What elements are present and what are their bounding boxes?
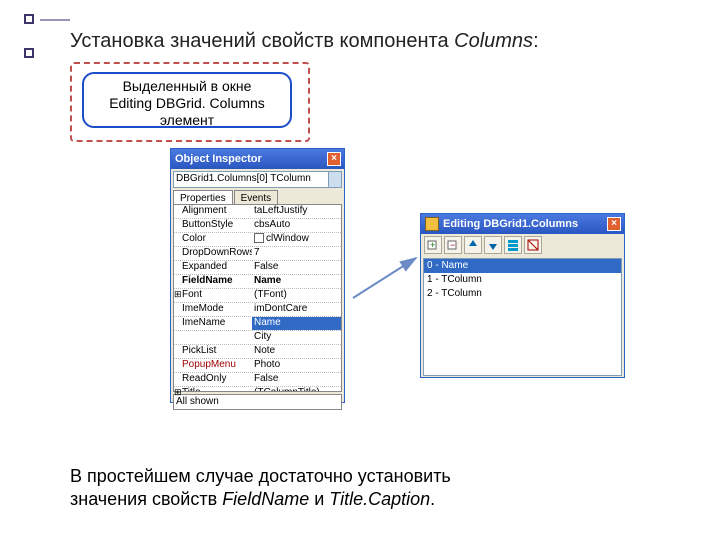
checkbox-icon[interactable] [254,233,264,243]
object-inspector-window: Object Inspector × DBGrid1.Columns[0] TC… [170,148,345,403]
prop-row: ExpandedFalse [174,261,341,275]
property-grid[interactable]: AlignmenttaLeftJustify ButtonStylecbsAut… [173,204,342,392]
all-fields-button[interactable] [504,236,522,254]
prop-row: DropDownRows7 [174,247,341,261]
inspector-status: All shown [173,394,342,410]
movedown-button[interactable] [484,236,502,254]
editor-toolbar: + − [421,234,624,256]
dropdown-item: PopupMenuPhoto [174,359,341,373]
editor-title: Editing DBGrid1.Columns [443,218,578,230]
bt-mid: и [309,489,329,509]
dropdown-item: City [174,331,341,345]
svg-text:+: + [430,240,435,250]
prop-row: AlignmenttaLeftJustify [174,205,341,219]
callout-line3: элемент [84,112,290,129]
callout-line2: Editing DBGrid. Columns [84,95,290,112]
inspector-title: Object Inspector [175,153,262,165]
bullet-line [40,19,70,21]
tab-events[interactable]: Events [234,190,279,204]
expand-icon[interactable]: ⊞ [174,289,182,300]
callout-box: Выделенный в окне Editing DBGrid. Column… [82,72,292,128]
inspector-tabs: Properties Events [173,190,342,204]
prop-row: ⊞Title(TColumnTitle) [174,387,341,392]
list-item[interactable]: 0 - Name [424,259,621,273]
title-post: : [533,30,539,52]
delete-button[interactable]: − [444,236,462,254]
list-item[interactable]: 1 - TColumn [424,273,621,287]
prop-row-selected: ImeNameName [174,317,341,331]
title-em: Columns [454,30,533,52]
bt-l2a: значения свойств [70,489,222,509]
bullet-square [24,14,34,24]
bt-l1: В простейшем случае достаточно установит… [70,466,451,486]
list-item[interactable]: 2 - TColumn [424,287,621,301]
reset-button[interactable] [524,236,542,254]
bullet-square [24,48,34,58]
chevron-down-icon[interactable] [328,172,341,187]
close-icon[interactable]: × [327,152,341,166]
columns-list[interactable]: 0 - Name 1 - TColumn 2 - TColumn [423,258,622,376]
tab-properties[interactable]: Properties [173,190,233,204]
columns-editor-window: Editing DBGrid1.Columns × + − 0 - Name 1… [420,213,625,378]
expand-icon[interactable]: ⊞ [174,387,182,392]
combo-value: DBGrid1.Columns[0] TColumn [176,173,311,184]
component-selector-combo[interactable]: DBGrid1.Columns[0] TColumn [173,171,342,188]
inspector-titlebar[interactable]: Object Inspector × [171,149,344,169]
svg-text:−: − [450,240,455,250]
bt-em1: FieldName [222,489,309,509]
prop-row: ReadOnlyFalse [174,373,341,387]
page-title: Установка значений свойств компонента Co… [70,30,539,53]
bt-em2: Title.Caption [329,489,430,509]
callout-line1: Выделенный в окне [84,78,290,95]
moveup-button[interactable] [464,236,482,254]
prop-row: ImeModeimDontCare [174,303,341,317]
prop-row: ButtonStylecbsAuto [174,219,341,233]
editor-titlebar[interactable]: Editing DBGrid1.Columns × [421,214,624,234]
close-icon[interactable]: × [607,217,621,231]
prop-row: ⊞Font(TFont) [174,289,341,303]
app-icon [425,217,439,231]
bottom-text: В простейшем случае достаточно установит… [70,465,650,512]
title-pre: Установка значений свойств компонента [70,30,454,52]
prop-row: FieldNameName [174,275,341,289]
prop-row: ColorclWindow [174,233,341,247]
dropdown-item: PickListNote [174,345,341,359]
bt-end: . [430,489,435,509]
arrow-icon [348,250,428,313]
